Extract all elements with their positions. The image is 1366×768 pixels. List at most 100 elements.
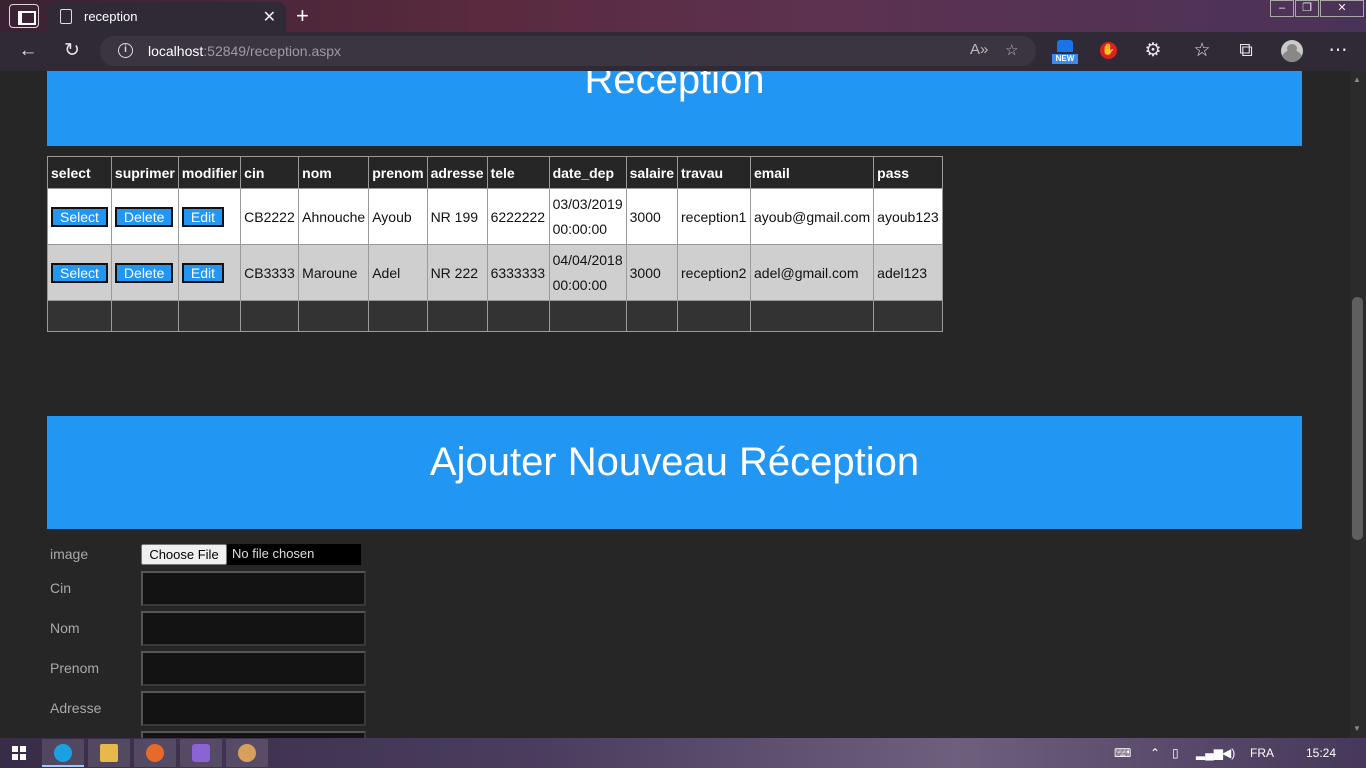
read-aloud-icon[interactable]: A» — [970, 41, 988, 58]
minimize-icon[interactable]: – — [1270, 0, 1294, 17]
close-tab-icon[interactable]: ✕ — [263, 7, 276, 27]
language-indicator[interactable]: FRA — [1250, 746, 1274, 760]
file-explorer-icon[interactable] — [88, 739, 130, 767]
column-header: date_dep — [548, 156, 627, 189]
column-header: tele — [486, 156, 550, 189]
volume-icon[interactable]: ◀) — [1222, 746, 1235, 760]
cell-tele: 6222222 — [486, 188, 550, 245]
cell-date-dep: 04/04/2018 00:00:00 — [548, 244, 627, 301]
cell-adresse: NR 222 — [426, 244, 488, 301]
next-input[interactable] — [141, 731, 366, 738]
cell-prenom: Ayoub — [368, 188, 428, 245]
time-value: 00:00:00 — [552, 220, 608, 237]
extensions-icon[interactable]: ⚙ — [1141, 40, 1165, 62]
browser-toolbar: ← ↻ i localhost:52849/reception.aspx A» … — [0, 32, 1366, 71]
table-row: Select Delete Edit CB3333 Maroune Adel N… — [47, 244, 943, 301]
add-favorite-icon[interactable]: ☆ — [1005, 41, 1018, 59]
extension-new-icon[interactable]: NEW — [1052, 40, 1078, 64]
table-row: Select Delete Edit CB2222 Ahnouche Ayoub… — [47, 188, 943, 245]
new-tab-button[interactable]: + — [296, 3, 309, 29]
url-text[interactable]: localhost:52849/reception.aspx — [148, 43, 341, 59]
edge-taskbar-icon[interactable] — [42, 739, 84, 767]
date-value: 04/04/2018 — [552, 251, 623, 268]
page-scrollbar[interactable]: ▲ ▼ — [1350, 71, 1366, 738]
back-arrow-icon[interactable]: ← — [16, 40, 40, 62]
collections-icon[interactable]: ⧉ — [1234, 40, 1258, 62]
time-value: 00:00:00 — [552, 276, 608, 293]
scroll-down-icon[interactable]: ▼ — [1353, 724, 1361, 733]
adresse-label: Adresse — [50, 700, 102, 716]
restore-icon[interactable]: ❐ — [1295, 0, 1319, 17]
cell-cin: CB3333 — [240, 244, 300, 301]
tab-title: reception — [84, 9, 138, 24]
column-header: select — [47, 156, 112, 189]
column-header: email — [750, 156, 875, 189]
browser-tab-bar: reception ✕ + – ❐ ✕ — [0, 0, 1366, 32]
select-button[interactable]: Select — [51, 262, 108, 283]
cin-label: Cin — [50, 580, 72, 596]
add-section-title: Ajouter Nouveau Réception — [429, 440, 920, 484]
column-header: cin — [240, 156, 300, 189]
column-header: modifier — [177, 156, 242, 189]
refresh-icon[interactable]: ↻ — [60, 40, 84, 62]
scrollbar-thumb[interactable] — [1352, 297, 1363, 540]
prenom-input[interactable] — [141, 651, 366, 686]
keyboard-icon[interactable]: ⌨ — [1114, 746, 1131, 760]
prenom-label: Prenom — [50, 660, 100, 676]
cell-salaire: 3000 — [625, 188, 679, 245]
cell-pass: adel123 — [873, 244, 943, 301]
choose-file-button[interactable]: Choose File — [141, 544, 227, 565]
image-file-input[interactable]: Choose File No file chosen — [141, 544, 361, 565]
reception-banner: Reception — [47, 71, 1302, 146]
edit-button[interactable]: Edit — [181, 262, 225, 283]
edit-button[interactable]: Edit — [181, 206, 225, 227]
column-header: prenom — [368, 156, 428, 189]
image-label: image — [50, 546, 89, 562]
cell-nom: Maroune — [298, 244, 370, 301]
cell-travau: reception2 — [677, 244, 752, 301]
windows-taskbar: ⌨ ⌃ ▯ ▂▄▆ ◀) FRA 15:24 — [0, 738, 1366, 768]
cell-nom: Ahnouche — [298, 188, 370, 245]
battery-icon[interactable]: ▯ — [1172, 746, 1179, 760]
adresse-input[interactable] — [141, 691, 366, 726]
page-title: Reception — [584, 71, 765, 102]
cell-prenom: Adel — [368, 244, 428, 301]
cin-input[interactable] — [141, 571, 366, 606]
column-header: travau — [677, 156, 752, 189]
stop-extension-icon[interactable]: ✋ — [1100, 42, 1117, 59]
table-header-row: select suprimer modifier cin nom prenom … — [47, 156, 943, 189]
cell-travau: reception1 — [677, 188, 752, 245]
browser-tab[interactable]: reception ✕ — [48, 2, 286, 32]
nom-label: Nom — [50, 620, 80, 636]
profile-avatar[interactable] — [1281, 40, 1303, 62]
close-window-icon[interactable]: ✕ — [1320, 0, 1364, 17]
visual-studio-icon[interactable] — [180, 739, 222, 767]
add-reception-banner: Ajouter Nouveau Réception — [47, 416, 1302, 529]
column-header: suprimer — [110, 156, 179, 189]
cell-email: ayoub@gmail.com — [750, 188, 875, 245]
nom-input[interactable] — [141, 611, 366, 646]
column-header: adresse — [426, 156, 488, 189]
cell-tele: 6333333 — [486, 244, 550, 301]
reception-table: select suprimer modifier cin nom prenom … — [47, 156, 943, 332]
clock[interactable]: 15:24 — [1306, 746, 1336, 760]
select-button[interactable]: Select — [51, 206, 108, 227]
favorites-icon[interactable]: ☆ — [1190, 40, 1214, 62]
firefox-icon[interactable] — [134, 739, 176, 767]
tab-actions-icon[interactable] — [9, 4, 39, 28]
delete-button[interactable]: Delete — [114, 262, 174, 283]
site-info-icon[interactable]: i — [118, 43, 133, 58]
delete-button[interactable]: Delete — [114, 206, 174, 227]
date-value: 03/03/2019 — [552, 195, 623, 212]
scroll-up-icon[interactable]: ▲ — [1353, 75, 1361, 84]
windows-start-icon[interactable] — [12, 746, 26, 760]
address-bar[interactable]: i localhost:52849/reception.aspx A» ☆ — [100, 36, 1036, 66]
network-icon[interactable]: ▂▄▆ — [1196, 746, 1223, 760]
column-header: salaire — [625, 156, 679, 189]
tray-expand-icon[interactable]: ⌃ — [1150, 746, 1160, 760]
more-menu-icon[interactable]: ⋯ — [1326, 40, 1350, 62]
cell-cin: CB2222 — [240, 188, 300, 245]
cell-salaire: 3000 — [625, 244, 679, 301]
cell-pass: ayoub123 — [873, 188, 943, 245]
paint-icon[interactable] — [226, 739, 268, 767]
